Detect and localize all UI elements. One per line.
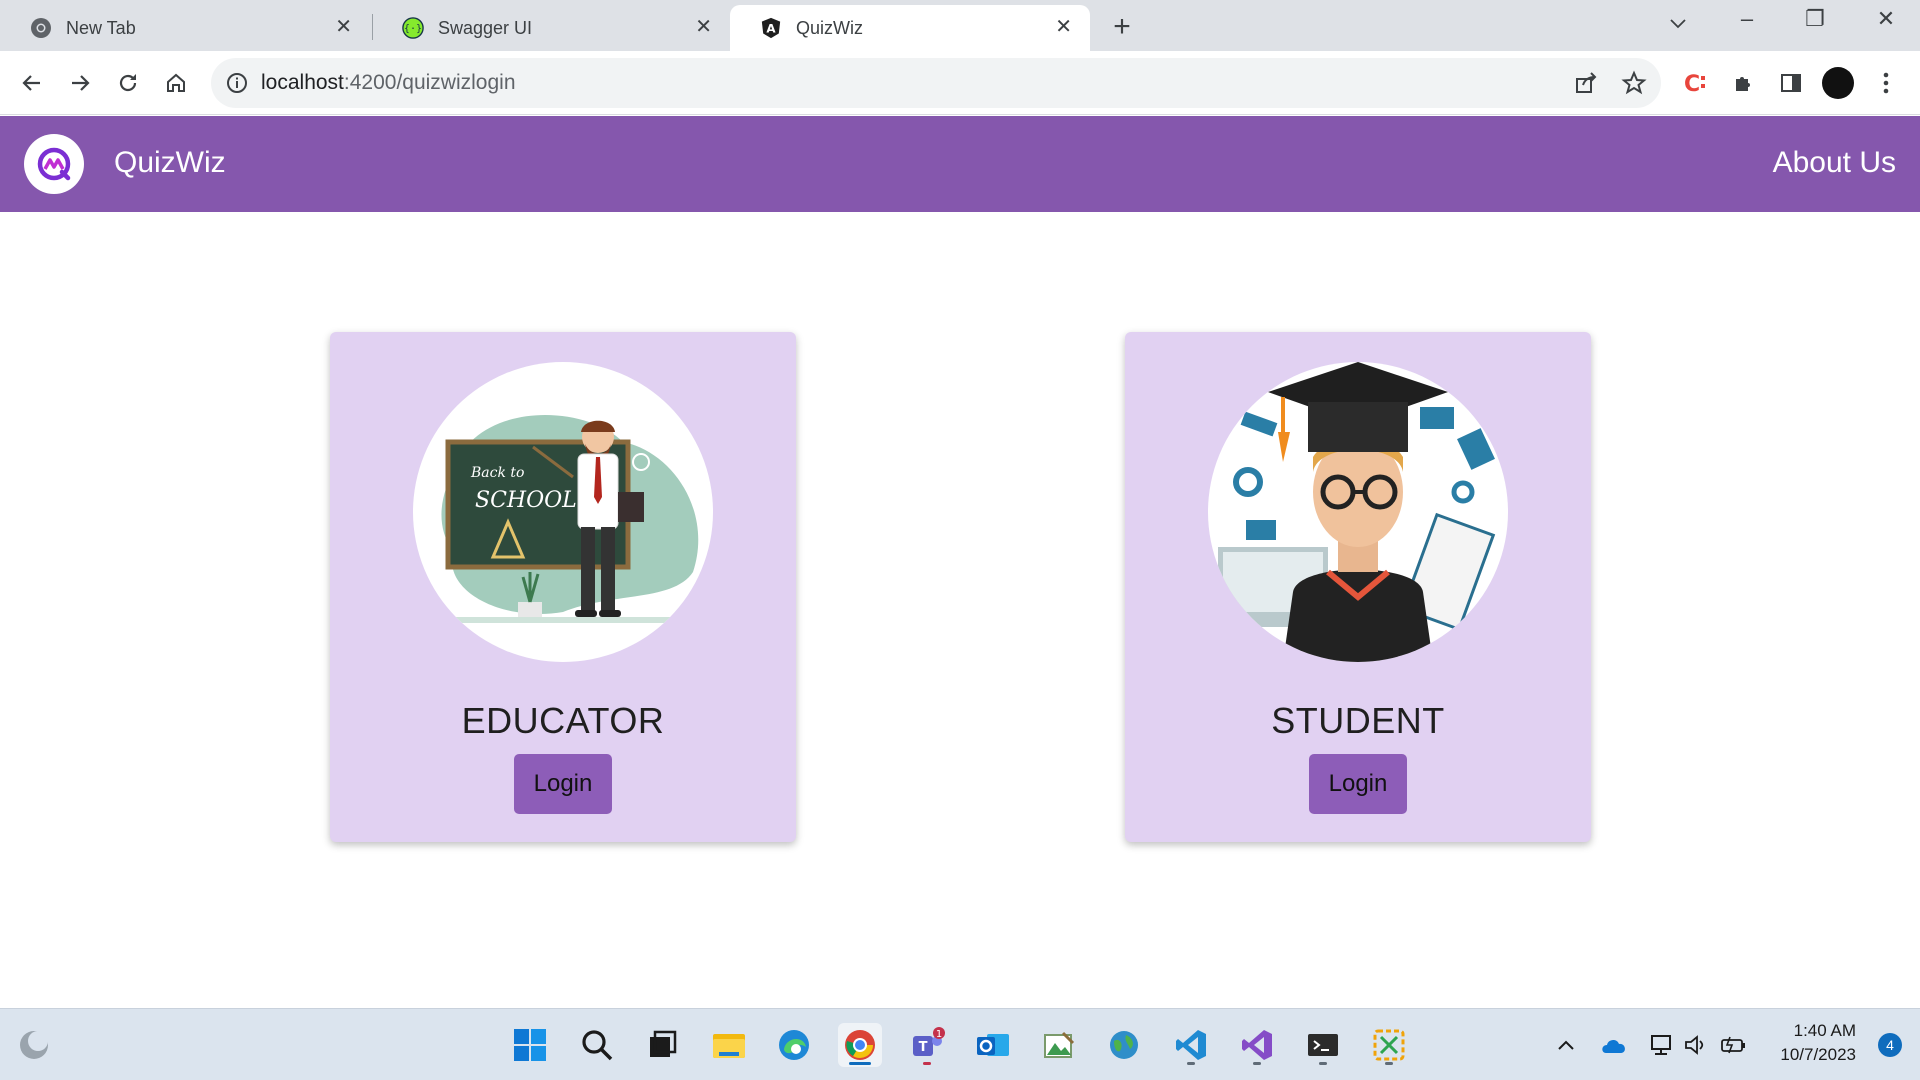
globe-app-icon[interactable] <box>1102 1023 1146 1067</box>
tab-swagger-ui[interactable]: {·} Swagger UI ✕ <box>372 5 730 51</box>
system-clock[interactable]: 1:40 AM 10/7/2023 <box>1780 1019 1856 1067</box>
tab-label: QuizWiz <box>796 17 863 38</box>
about-us-link[interactable]: About Us <box>1773 146 1896 180</box>
educator-login-button[interactable]: Login <box>514 754 612 814</box>
back-arrow-icon[interactable] <box>16 67 48 99</box>
svg-text:1: 1 <box>936 1029 942 1040</box>
tab-label: New Tab <box>66 17 136 38</box>
tab-label: Swagger UI <box>438 17 533 38</box>
snipping-tool-icon[interactable] <box>1367 1023 1411 1067</box>
onedrive-cloud-icon[interactable] <box>1600 1031 1628 1059</box>
svg-text:Back to: Back to <box>470 465 524 481</box>
quiz-logo-icon <box>37 147 71 181</box>
student-title: STUDENT <box>1271 700 1445 741</box>
close-tab-icon[interactable]: ✕ <box>695 17 712 37</box>
notification-badge[interactable]: 4 <box>1878 1033 1902 1057</box>
app-name: QuizWiz <box>114 146 226 179</box>
chrome-taskbar-icon[interactable] <box>838 1023 882 1067</box>
vscode-icon[interactable] <box>1169 1023 1213 1067</box>
browser-toolbar: localhost:4200/quizwizlogin C <box>0 51 1920 115</box>
running-indicator <box>1385 1062 1393 1065</box>
show-hidden-icons-chevron-icon[interactable] <box>1552 1031 1580 1059</box>
student-login-button[interactable]: Login <box>1309 754 1407 814</box>
minimize-icon[interactable]: – <box>1727 6 1767 32</box>
tab-search-chevron-icon[interactable] <box>1658 10 1698 36</box>
app-header: QuizWiz About Us <box>0 116 1920 212</box>
running-indicator <box>1319 1062 1327 1065</box>
svg-text:A: A <box>766 22 776 36</box>
quizwiz-logo[interactable] <box>24 134 84 194</box>
edge-browser-icon[interactable] <box>772 1023 816 1067</box>
share-icon[interactable] <box>1573 70 1599 101</box>
close-tab-icon[interactable]: ✕ <box>1055 17 1072 37</box>
clock-time: 1:40 AM <box>1793 1021 1856 1040</box>
windows-start-icon[interactable] <box>508 1023 552 1067</box>
swagger-icon: {·} <box>402 17 424 39</box>
search-icon[interactable] <box>575 1023 619 1067</box>
clock-date: 10/7/2023 <box>1780 1045 1856 1064</box>
teams-icon[interactable]: T1 <box>905 1023 949 1067</box>
svg-text:{·}: {·} <box>404 24 422 35</box>
svg-text:SCHOOL: SCHOOL <box>475 488 577 513</box>
weather-widget-icon[interactable] <box>12 1023 56 1067</box>
running-indicator <box>1187 1062 1195 1065</box>
address-bar[interactable]: localhost:4200/quizwizlogin <box>211 58 1661 108</box>
image-editor-icon[interactable] <box>1037 1023 1081 1067</box>
chrome-icon <box>30 17 52 39</box>
task-view-icon[interactable] <box>640 1023 684 1067</box>
reload-icon[interactable] <box>112 67 144 99</box>
tab-new-tab[interactable]: New Tab ✕ <box>0 5 370 51</box>
file-explorer-icon[interactable] <box>707 1023 751 1067</box>
attention-indicator <box>923 1062 931 1065</box>
extensions-puzzle-icon[interactable] <box>1728 67 1760 99</box>
terminal-icon[interactable] <box>1301 1023 1345 1067</box>
site-info-icon[interactable] <box>225 71 249 100</box>
window-close-icon[interactable]: ✕ <box>1866 6 1906 32</box>
battery-icon[interactable] <box>1720 1031 1748 1059</box>
menu-kebab-icon[interactable] <box>1870 67 1902 99</box>
profile-avatar[interactable] <box>1822 67 1854 99</box>
url-text[interactable]: localhost:4200/quizwizlogin <box>261 71 516 95</box>
educator-title: EDUCATOR <box>461 700 665 741</box>
forward-arrow-icon[interactable] <box>64 67 96 99</box>
running-indicator <box>1253 1062 1261 1065</box>
visual-studio-icon[interactable] <box>1235 1023 1279 1067</box>
educator-card: Back to SCHOOL EDUCATOR Login <box>330 332 796 842</box>
side-panel-icon[interactable] <box>1775 67 1807 99</box>
browser-tab-strip: New Tab ✕ {·} Swagger UI ✕ A QuizWiz ✕ +… <box>0 0 1920 51</box>
restore-icon[interactable]: ❐ <box>1795 6 1835 32</box>
outlook-icon[interactable] <box>971 1023 1015 1067</box>
new-tab-button[interactable]: + <box>1108 10 1136 44</box>
close-tab-icon[interactable]: ✕ <box>335 17 352 37</box>
graduate-student-illustration <box>1208 362 1508 662</box>
windows-taskbar: T1 1:40 AM 10/7/2023 4 <box>0 1008 1920 1080</box>
angular-icon: A <box>760 17 782 39</box>
student-card: STUDENT Login <box>1125 332 1591 842</box>
network-icon[interactable] <box>1648 1031 1676 1059</box>
svg-text:T: T <box>919 1040 928 1055</box>
bookmark-star-icon[interactable] <box>1621 70 1647 101</box>
extension-c-icon[interactable]: C <box>1680 67 1712 99</box>
svg-text:C: C <box>1684 72 1700 96</box>
active-indicator <box>849 1062 871 1065</box>
teacher-illustration: Back to SCHOOL <box>413 362 713 662</box>
home-icon[interactable] <box>160 67 192 99</box>
tab-quizwiz[interactable]: A QuizWiz ✕ <box>730 5 1090 51</box>
volume-icon[interactable] <box>1682 1031 1710 1059</box>
